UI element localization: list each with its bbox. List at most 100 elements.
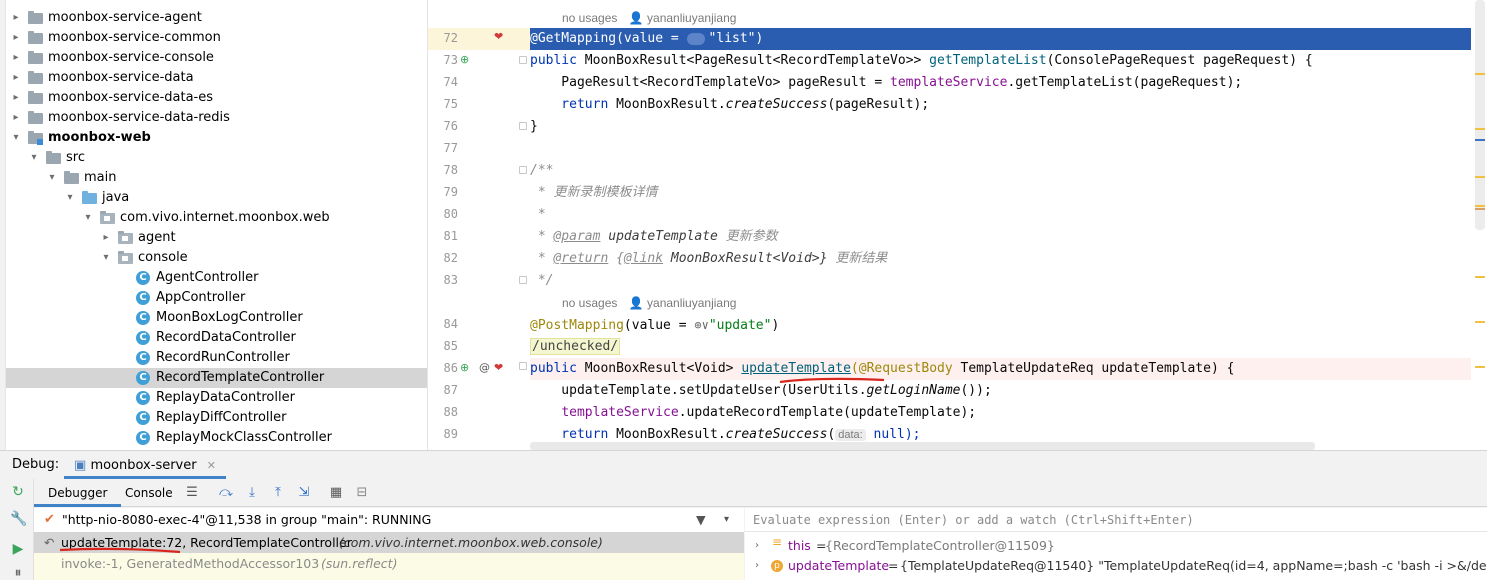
code-line-75[interactable]: return MoonBoxResult.createSuccess(pageR…	[530, 94, 1471, 116]
run-to-cursor-icon[interactable]: ⇲	[296, 485, 312, 501]
tree-item[interactable]: C MoonBoxLogController	[6, 308, 427, 328]
line-number[interactable]: 87	[428, 383, 458, 397]
chevron-down-icon[interactable]: ▾	[64, 188, 76, 208]
line-number[interactable]: 84	[428, 317, 458, 331]
step-out-icon[interactable]: ⤒	[270, 485, 286, 501]
thread-selector[interactable]: ✔ "http-nio-8080-exec-4"@11,538 in group…	[34, 508, 744, 532]
code-line-86[interactable]: public MoonBoxResult<Void> updateTemplat…	[530, 358, 1471, 380]
warning-marker[interactable]	[1475, 205, 1485, 207]
fold-marker-icon[interactable]	[519, 166, 527, 174]
evaluate-grid-icon[interactable]: ▦	[328, 485, 344, 501]
filter-icon[interactable]: ▼	[696, 508, 706, 532]
tree-item[interactable]: ▾ src	[6, 148, 427, 168]
stack-frame-row[interactable]: ↶ updateTemplate:72, RecordTemplateContr…	[34, 532, 744, 554]
line-number[interactable]: 78	[428, 163, 458, 177]
chevron-right-icon[interactable]: ▸	[10, 8, 22, 28]
chevron-right-icon[interactable]: ▸	[10, 108, 22, 128]
line-number[interactable]: 88	[428, 405, 458, 419]
code-line-82[interactable]: * @return {@link MoonBoxResult<Void>} 更新…	[530, 248, 1471, 270]
step-into-icon[interactable]: ⤓	[244, 485, 260, 501]
tree-item[interactable]: ▸ moonbox-service-console	[6, 48, 427, 68]
chevron-down-icon[interactable]: ▾	[100, 248, 112, 268]
code-editor[interactable]: 72 73 74 75 76 77 78 79 80 81 82 83 84 85 86 87 88 89 ❤ ⊕ ⊕ @…	[428, 0, 1487, 450]
tree-item[interactable]: ▸ moonbox-service-agent	[6, 8, 427, 28]
tree-item[interactable]: ▸ moonbox-service-data-es	[6, 88, 427, 108]
tree-item[interactable]: ▾ console	[6, 248, 427, 268]
annotation-icon[interactable]: @	[479, 361, 490, 374]
tree-item[interactable]: ▾ java	[6, 188, 427, 208]
warning-marker[interactable]	[1475, 276, 1485, 278]
tree-item[interactable]: ▾ com.vivo.internet.moonbox.web	[6, 208, 427, 228]
tree-item[interactable]: C RecordRunController	[6, 348, 427, 368]
chevron-right-icon[interactable]: ▸	[10, 48, 22, 68]
code-line-84[interactable]: @PostMapping(value = ⊕∨"update")	[530, 314, 1471, 336]
fold-marker-icon[interactable]	[519, 56, 527, 64]
chevron-down-icon[interactable]: ▾	[724, 508, 729, 532]
tree-item[interactable]: ▸ moonbox-service-data	[6, 68, 427, 88]
variable-row[interactable]: › ≡ this = {RecordTemplateController@115…	[745, 536, 1487, 556]
horizontal-scrollbar[interactable]	[530, 442, 1315, 450]
code-line-81[interactable]: * @param updateTemplate 更新参数	[530, 226, 1471, 248]
tree-item[interactable]: ▾ moonbox-web	[6, 128, 427, 148]
error-marker[interactable]	[1475, 208, 1485, 210]
line-number[interactable]: 80	[428, 207, 458, 221]
code-line-88[interactable]: templateService.updateRecordTemplate(upd…	[530, 402, 1471, 424]
warning-marker[interactable]	[1475, 366, 1485, 368]
debug-session-tab[interactable]: ▣ moonbox-server ✕	[64, 453, 226, 479]
line-number[interactable]: 86	[428, 361, 458, 375]
tree-item[interactable]: C RecordTemplateController	[6, 368, 427, 388]
breakpoint-icon[interactable]: ❤	[494, 361, 503, 374]
code-line-80[interactable]: *	[530, 204, 1471, 226]
tree-item[interactable]: ▸ agent	[6, 228, 427, 248]
usages-text[interactable]: no usages	[562, 11, 617, 25]
tree-item[interactable]: C AgentController	[6, 268, 427, 288]
line-number[interactable]: 73	[428, 53, 458, 67]
pause-icon[interactable]: ⏸	[10, 565, 26, 580]
tab-console[interactable]: Console	[111, 479, 187, 507]
layout-icon[interactable]: ⊟	[354, 485, 370, 501]
line-number[interactable]: 74	[428, 75, 458, 89]
usages-text[interactable]: no usages	[562, 296, 617, 310]
chevron-down-icon[interactable]: ▾	[46, 168, 58, 188]
tree-item[interactable]: ▸ moonbox-service-common	[6, 28, 427, 48]
rerun-icon[interactable]: ↻	[10, 484, 26, 500]
line-number[interactable]: 79	[428, 185, 458, 199]
code-line-83[interactable]: */	[530, 270, 1471, 292]
tab-debugger[interactable]: Debugger	[34, 479, 122, 507]
line-number[interactable]: 85	[428, 339, 458, 353]
stack-frame-row[interactable]: invoke:-1, GeneratedMethodAccessor103 (s…	[34, 553, 744, 580]
line-number[interactable]: 77	[428, 141, 458, 155]
chevron-right-icon[interactable]: ▸	[10, 68, 22, 88]
evaluate-expression-input[interactable]: Evaluate expression (Enter) or add a wat…	[745, 508, 1487, 532]
code-line-72[interactable]: @GetMapping(value = "list")	[530, 28, 1471, 50]
close-icon[interactable]: ✕	[207, 459, 216, 472]
breakpoint-icon[interactable]: ❤	[494, 30, 503, 43]
fold-marker-icon[interactable]	[519, 362, 527, 370]
scrollbar-thumb[interactable]	[1475, 0, 1485, 230]
resume-icon[interactable]: ▶	[10, 541, 26, 557]
tree-item[interactable]: ▾ main	[6, 168, 427, 188]
warning-marker[interactable]	[1475, 176, 1485, 178]
tree-item[interactable]: C ReplayDataController	[6, 388, 427, 408]
warning-marker[interactable]	[1475, 128, 1485, 130]
code-line-76[interactable]: }	[530, 116, 1471, 138]
menu-lines-icon[interactable]: ☰	[184, 485, 200, 501]
line-number[interactable]: 75	[428, 97, 458, 111]
code-line-73[interactable]: public MoonBoxResult<PageResult<RecordTe…	[530, 50, 1471, 72]
code-line-79[interactable]: * 更新录制模板详情	[530, 182, 1471, 204]
chevron-right-icon[interactable]: ›	[755, 556, 759, 576]
warning-marker[interactable]	[1475, 73, 1485, 75]
variable-row[interactable]: › p updateTemplate = {TemplateUpdateReq@…	[745, 556, 1487, 576]
code-line-74[interactable]: PageResult<RecordTemplateVo> pageResult …	[530, 72, 1471, 94]
line-number[interactable]: 89	[428, 427, 458, 441]
tree-item[interactable]: C RecordDataController	[6, 328, 427, 348]
code-line-85[interactable]: /unchecked/	[530, 336, 621, 358]
chevron-right-icon[interactable]: ▸	[100, 228, 112, 248]
fold-marker-icon[interactable]	[519, 276, 527, 284]
tree-item[interactable]: C AppController	[6, 288, 427, 308]
chevron-down-icon[interactable]: ▾	[10, 128, 22, 148]
settings-wrench-icon[interactable]: 🔧	[10, 511, 27, 527]
chevron-right-icon[interactable]: ▸	[10, 88, 22, 108]
bean-icon[interactable]: ⊕	[460, 53, 469, 66]
code-line-87[interactable]: updateTemplate.setUpdateUser(UserUtils.g…	[530, 380, 1471, 402]
